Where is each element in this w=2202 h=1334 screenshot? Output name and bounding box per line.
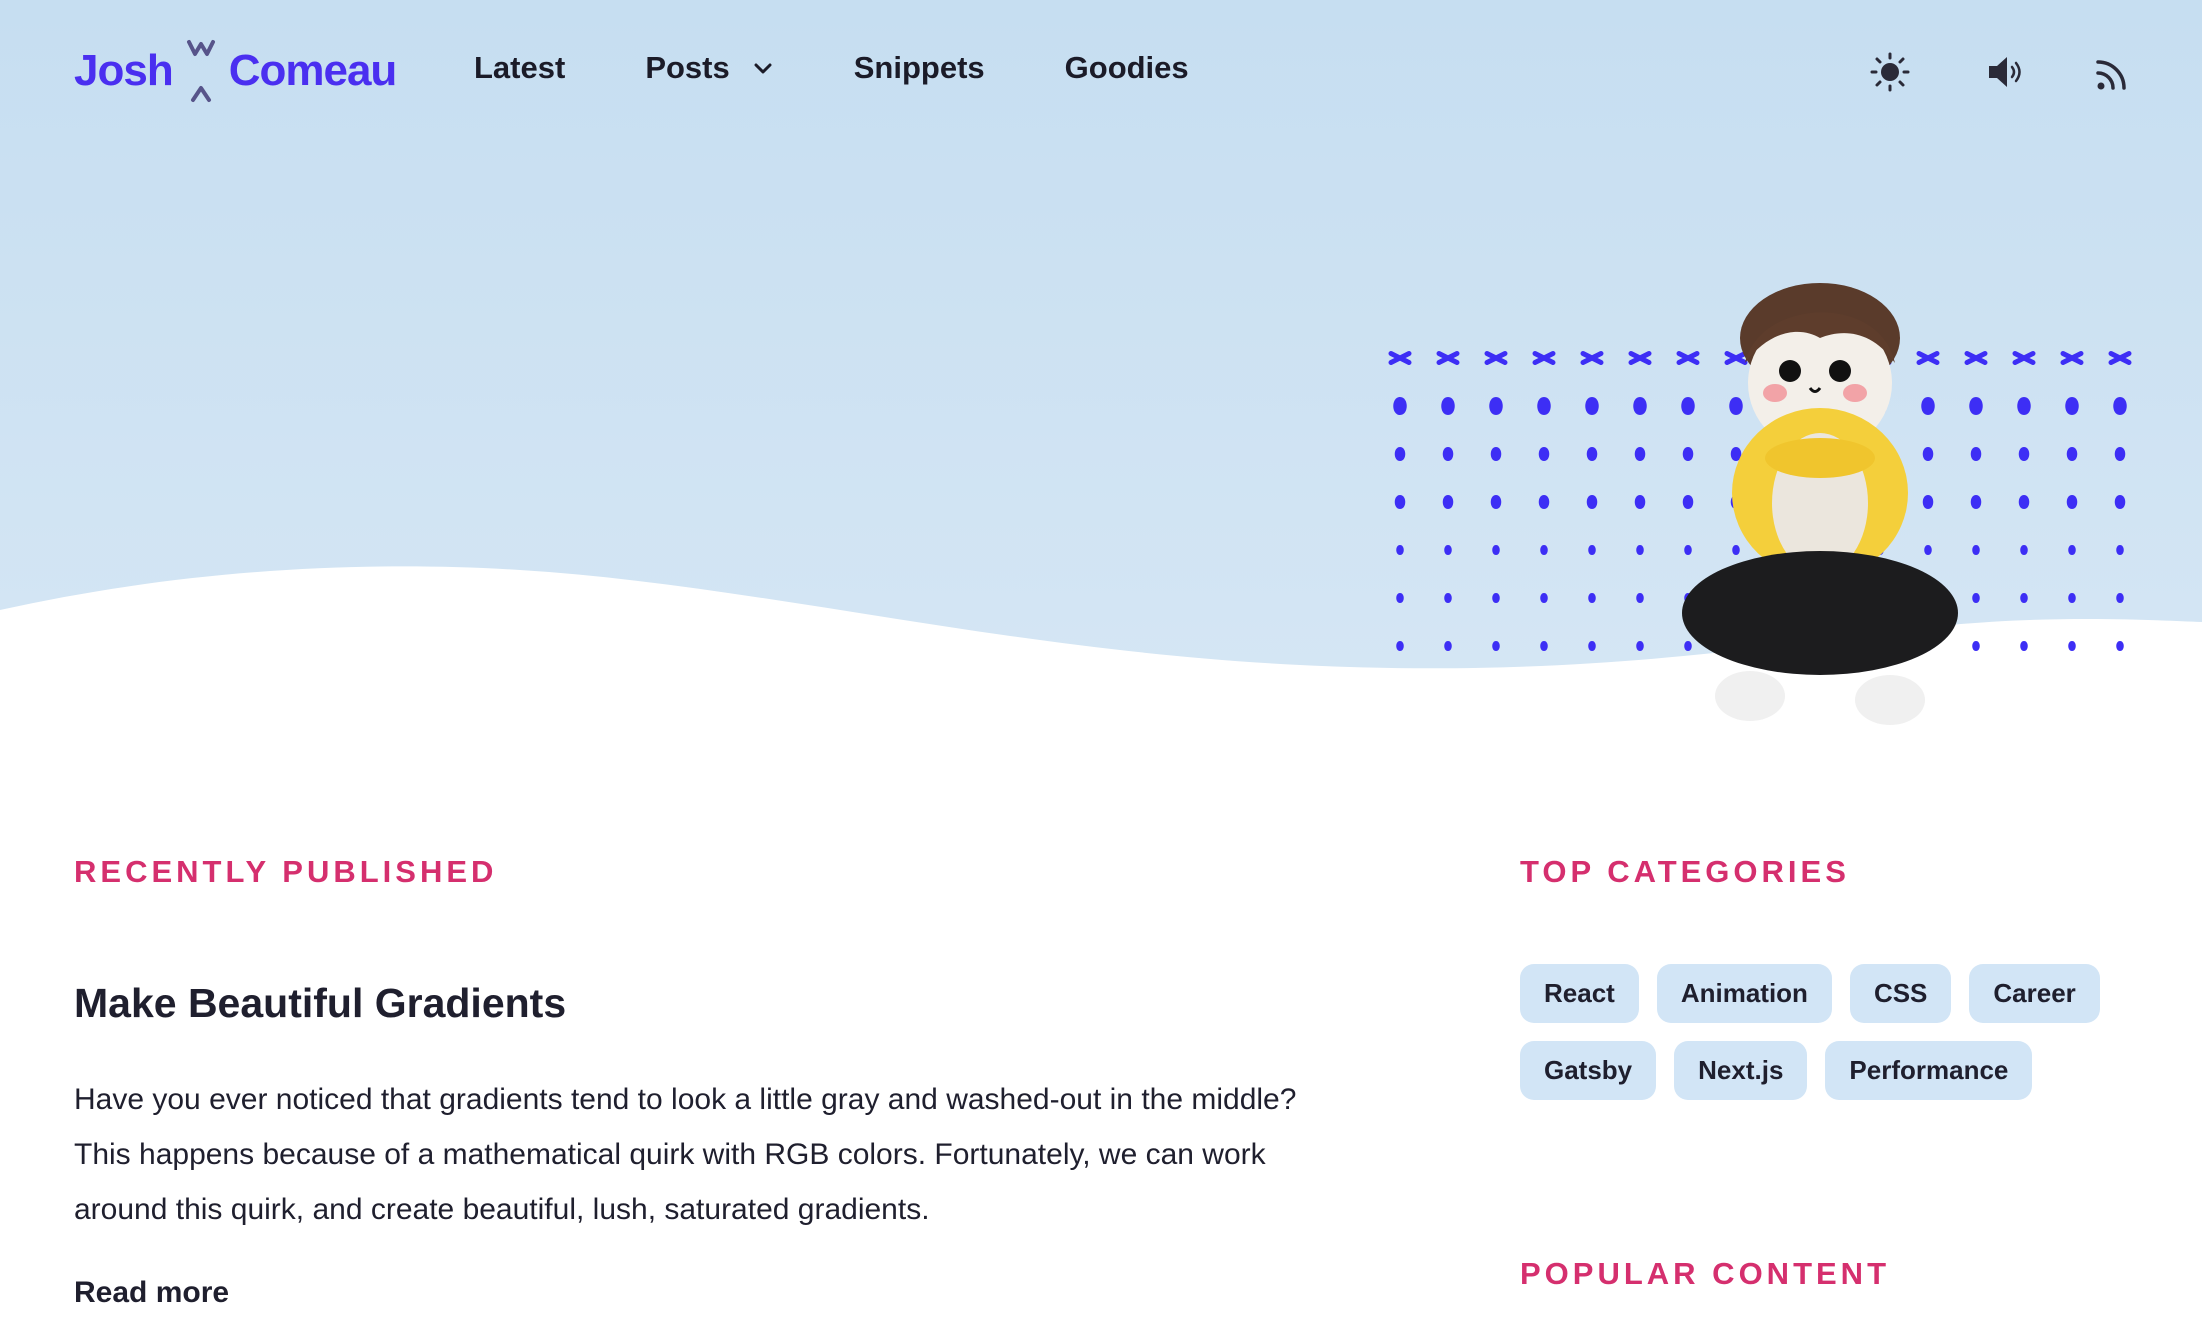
nav-item-label: Posts — [645, 50, 730, 85]
character-illustration — [1682, 283, 1958, 725]
tag-animation[interactable]: Animation — [1656, 964, 1832, 1023]
speaker-icon — [1989, 57, 2021, 87]
sound-toggle-button[interactable] — [1982, 48, 2030, 96]
nav-item-goodies[interactable]: Goodies — [1065, 50, 1189, 86]
tag-react[interactable]: React — [1520, 964, 1639, 1023]
main-nav: Latest Posts Snippets Goodies — [474, 50, 1269, 86]
rss-icon — [2096, 60, 2126, 90]
nav-item-snippets[interactable]: Snippets — [854, 50, 985, 86]
tag-nextjs[interactable]: Next.js — [1674, 1041, 1808, 1100]
post-title[interactable]: Make Beautiful Gradients — [74, 980, 566, 1027]
site-logo[interactable]: Josh Comeau — [74, 36, 398, 106]
chevron-down-icon — [754, 63, 772, 74]
read-more-link[interactable]: Read more — [74, 1276, 229, 1310]
tag-career[interactable]: Career — [1969, 964, 2100, 1023]
category-tags: React Animation CSS Career Gatsby Next.j… — [1520, 964, 2120, 1100]
logo-first-name: Josh — [74, 46, 174, 95]
nav-item-label: Snippets — [853, 50, 985, 85]
top-categories-heading: TOP CATEGORIES — [1520, 854, 1850, 889]
tag-css[interactable]: CSS — [1849, 964, 1952, 1023]
nav-item-posts[interactable]: Posts — [645, 50, 773, 86]
popular-content-heading: POPULAR CONTENT — [1520, 1256, 1890, 1291]
nav-item-latest[interactable]: Latest — [474, 50, 565, 86]
nav-item-label: Goodies — [1064, 50, 1189, 85]
tag-performance[interactable]: Performance — [1825, 1041, 2033, 1100]
nav-item-label: Latest — [474, 50, 566, 85]
logo-bolt-icon — [186, 40, 215, 102]
sun-icon — [1870, 52, 1910, 92]
logo-last-name: Comeau — [228, 46, 398, 95]
site-header: Josh Comeau Latest Posts Snippets Goodie… — [0, 0, 2202, 145]
rss-button[interactable] — [2090, 48, 2138, 96]
tag-gatsby[interactable]: Gatsby — [1520, 1041, 1657, 1100]
theme-toggle-button[interactable] — [1866, 48, 1914, 96]
recently-published-heading: RECENTLY PUBLISHED — [74, 854, 498, 889]
post-excerpt: Have you ever noticed that gradients ten… — [74, 1083, 1297, 1226]
